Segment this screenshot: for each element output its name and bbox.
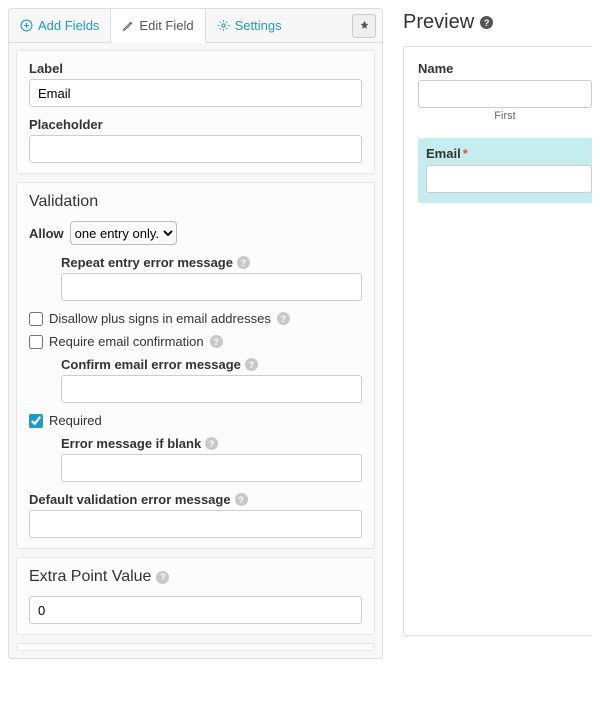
required-star-icon: * xyxy=(463,146,468,161)
required-label: Required xyxy=(49,413,102,428)
confirm-error-input[interactable] xyxy=(61,375,362,403)
preview-name-first-sublabel: First xyxy=(418,110,592,122)
tab-label: Settings xyxy=(235,18,282,33)
extra-point-section: Extra Point Value ? xyxy=(16,557,375,635)
placeholder-input[interactable] xyxy=(29,135,362,163)
tab-edit-field[interactable]: Edit Field xyxy=(111,9,205,43)
label-input[interactable] xyxy=(29,79,362,107)
preview-name-label: Name xyxy=(418,61,592,76)
preview-name-first-input[interactable] xyxy=(418,80,592,108)
tab-label: Add Fields xyxy=(38,18,99,33)
help-icon[interactable]: ? xyxy=(210,335,223,348)
help-icon[interactable]: ? xyxy=(235,493,248,506)
preview-email-label: Email xyxy=(426,146,461,161)
validation-section: Validation Allow one entry only. Repeat … xyxy=(16,182,375,549)
confirm-error-label: Confirm email error message xyxy=(61,357,241,372)
help-icon[interactable]: ? xyxy=(237,256,250,269)
allow-select[interactable]: one entry only. xyxy=(70,221,177,245)
preview-title-row: Preview ? xyxy=(403,8,592,46)
preview-title: Preview xyxy=(403,11,474,34)
tab-add-fields[interactable]: Add Fields xyxy=(9,9,111,42)
help-icon[interactable]: ? xyxy=(245,358,258,371)
pencil-icon xyxy=(122,20,134,32)
repeat-error-label: Repeat entry error message xyxy=(61,255,233,270)
label-label: Label xyxy=(29,61,362,76)
preview-name-field[interactable]: Name First xyxy=(418,61,592,122)
validation-title: Validation xyxy=(29,193,362,211)
basic-section: Label Placeholder xyxy=(16,50,375,174)
tab-label: Edit Field xyxy=(139,18,193,33)
extra-point-input[interactable] xyxy=(29,596,362,624)
pin-icon xyxy=(359,20,370,31)
gear-icon xyxy=(217,19,230,32)
preview-email-field[interactable]: Email* xyxy=(418,138,592,203)
blank-error-label: Error message if blank xyxy=(61,436,201,451)
blank-error-input[interactable] xyxy=(61,454,362,482)
require-confirm-label: Require email confirmation xyxy=(49,334,204,349)
disallow-plus-checkbox[interactable] xyxy=(29,312,43,326)
allow-label: Allow xyxy=(29,226,64,241)
tab-settings[interactable]: Settings xyxy=(206,9,293,42)
preview-body: Name First Email* xyxy=(403,46,592,636)
help-icon[interactable]: ? xyxy=(480,16,493,29)
help-icon[interactable]: ? xyxy=(205,437,218,450)
repeat-error-input[interactable] xyxy=(61,273,362,301)
collapsed-section xyxy=(16,643,375,651)
pin-button[interactable] xyxy=(352,14,376,38)
tab-bar: Add Fields Edit Field Settings xyxy=(8,8,383,43)
disallow-plus-label: Disallow plus signs in email addresses xyxy=(49,311,271,326)
default-error-input[interactable] xyxy=(29,510,362,538)
require-confirm-checkbox[interactable] xyxy=(29,335,43,349)
default-error-label: Default validation error message xyxy=(29,492,231,507)
extra-point-title: Extra Point Value xyxy=(29,568,151,586)
placeholder-label: Placeholder xyxy=(29,117,362,132)
help-icon[interactable]: ? xyxy=(156,571,169,584)
plus-circle-icon xyxy=(20,19,33,32)
preview-email-input[interactable] xyxy=(426,165,592,193)
help-icon[interactable]: ? xyxy=(277,312,290,325)
required-checkbox[interactable] xyxy=(29,414,43,428)
